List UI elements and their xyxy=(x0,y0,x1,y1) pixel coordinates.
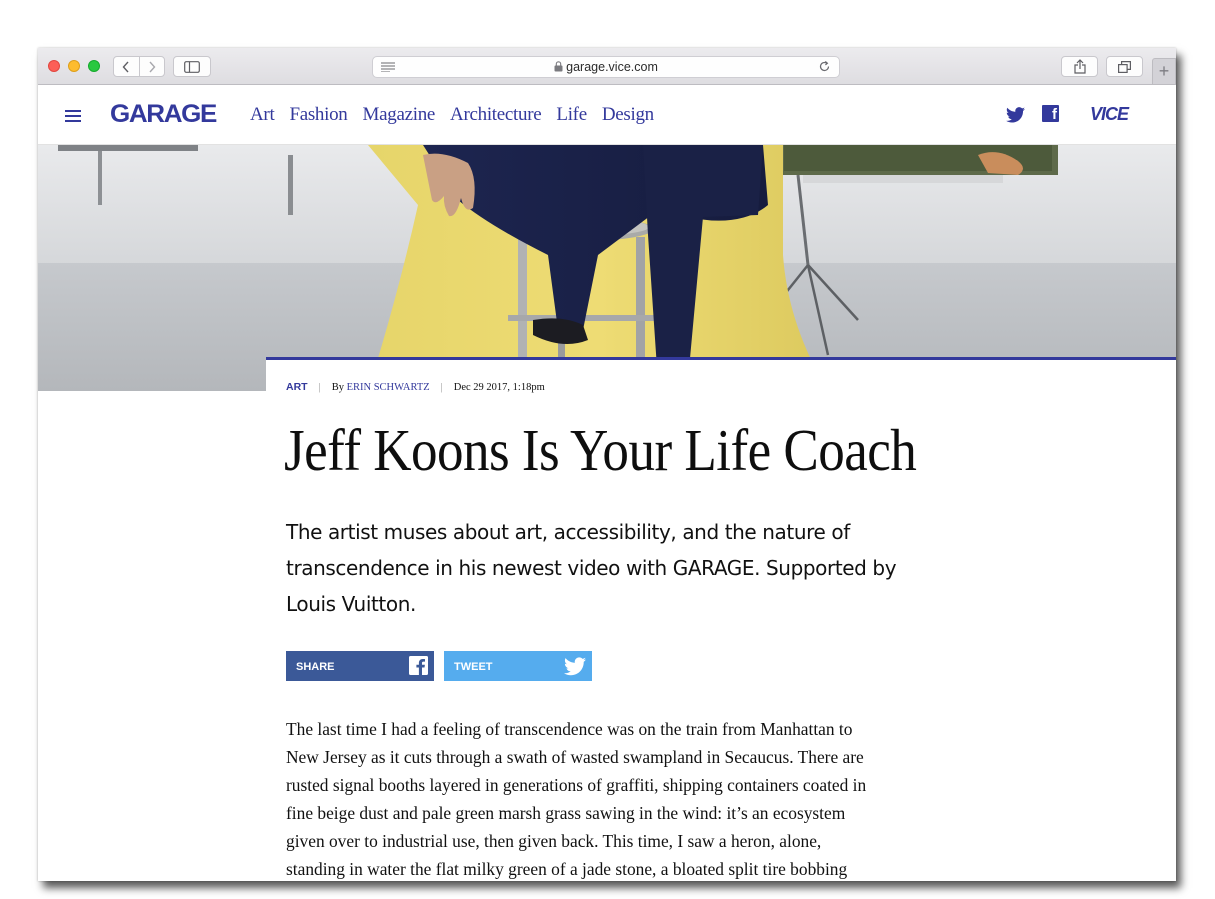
facebook-share-button[interactable]: SHARE xyxy=(286,651,434,681)
reload-icon xyxy=(819,60,830,72)
chevron-left-icon xyxy=(122,61,129,72)
body-line: New Jersey as it cuts through a swath of… xyxy=(286,747,864,767)
forward-button[interactable] xyxy=(140,57,165,76)
nav-link-magazine[interactable]: Magazine xyxy=(363,104,436,126)
facebook-icon[interactable]: f xyxy=(1042,105,1059,122)
article-body: The last time I had a feeling of transce… xyxy=(286,715,936,881)
vice-logo[interactable]: VICE xyxy=(1090,103,1148,125)
author-link[interactable]: ERIN SCHWARTZ xyxy=(347,382,430,393)
lock-icon xyxy=(554,61,563,72)
window-minimize-button[interactable] xyxy=(68,60,80,72)
window-zoom-button[interactable] xyxy=(88,60,100,72)
tab-overview-button[interactable] xyxy=(1106,56,1143,77)
nav-link-art[interactable]: Art xyxy=(250,104,275,126)
twitter-icon[interactable] xyxy=(1006,107,1025,123)
share-icon xyxy=(1073,59,1086,74)
tabs-icon xyxy=(1118,60,1131,73)
history-nav-group xyxy=(113,56,165,77)
browser-toolbar: garage.vice.com + xyxy=(38,48,1176,85)
sidebar-icon xyxy=(184,60,200,73)
tweet-label: TWEET xyxy=(454,661,493,673)
body-line: rusted signal booths layered in generati… xyxy=(286,775,867,795)
chevron-right-icon xyxy=(149,61,156,72)
body-line: given over to industrial use, then given… xyxy=(286,831,822,851)
body-line: The last time I had a feeling of transce… xyxy=(286,719,853,739)
body-line: fine beige dust and pale green marsh gra… xyxy=(286,803,846,823)
byline-prefix: By xyxy=(331,381,344,393)
twitter-share-button[interactable]: TWEET xyxy=(444,651,592,681)
article-content: ART | By ERIN SCHWARTZ | Dec 29 2017, 1:… xyxy=(266,357,1176,881)
window-close-button[interactable] xyxy=(48,60,60,72)
hero-illustration xyxy=(38,145,1176,391)
meta-separator: | xyxy=(440,381,443,393)
article-title: Jeff Koons Is Your Life Coach xyxy=(284,417,917,483)
meta-separator: | xyxy=(318,381,321,393)
menu-icon[interactable] xyxy=(65,110,81,122)
sidebar-button[interactable] xyxy=(173,56,211,77)
share-bar: SHARE TWEET xyxy=(286,651,592,681)
share-button[interactable] xyxy=(1061,56,1098,77)
nav-link-fashion[interactable]: Fashion xyxy=(289,104,347,126)
url-text: garage.vice.com xyxy=(373,60,839,74)
twitter-icon xyxy=(564,657,586,676)
back-button[interactable] xyxy=(114,57,140,76)
browser-window: garage.vice.com + GARAGE Art Fashion Mag… xyxy=(38,48,1176,881)
hero-image xyxy=(38,145,1176,391)
main-nav: Art Fashion Magazine Architecture Life D… xyxy=(250,104,654,126)
publish-date: Dec 29 2017, 1:18pm xyxy=(453,381,545,393)
category-label[interactable]: ART xyxy=(286,381,308,393)
new-tab-button[interactable]: + xyxy=(1152,58,1176,85)
article-dek: The artist muses about art, accessibilit… xyxy=(286,520,897,616)
body-line: standing in water the flat milky green o… xyxy=(286,859,848,879)
plus-icon: + xyxy=(1158,61,1170,81)
nav-link-life[interactable]: Life xyxy=(556,104,587,126)
site-logo[interactable]: GARAGE xyxy=(110,100,217,129)
share-label: SHARE xyxy=(296,661,335,673)
url-label: garage.vice.com xyxy=(566,60,658,74)
article-meta: ART | By ERIN SCHWARTZ | Dec 29 2017, 1:… xyxy=(286,381,545,393)
site-header: GARAGE Art Fashion Magazine Architecture… xyxy=(38,85,1176,145)
address-bar[interactable]: garage.vice.com xyxy=(372,56,840,78)
nav-link-design[interactable]: Design xyxy=(602,104,654,126)
facebook-icon xyxy=(409,656,428,675)
reload-button[interactable] xyxy=(818,60,831,76)
nav-link-architecture[interactable]: Architecture xyxy=(450,104,542,126)
